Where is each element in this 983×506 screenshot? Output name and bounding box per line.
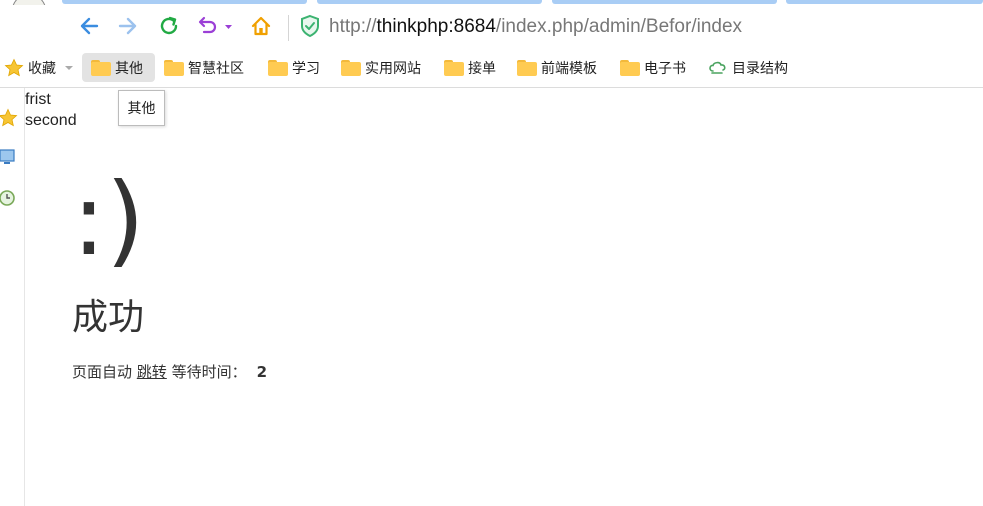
sidebar-monitor-icon[interactable] xyxy=(0,148,18,168)
forward-arrow-icon xyxy=(118,17,137,35)
bookmark-label: 前端模板 xyxy=(541,59,597,76)
debug-output-line: second xyxy=(25,112,77,129)
back-arrow-icon xyxy=(80,17,99,35)
bookmark-label: 其他 xyxy=(115,59,143,76)
tab[interactable] xyxy=(62,0,307,4)
undo-icon xyxy=(198,16,232,34)
folder-icon xyxy=(444,59,464,76)
favorites-label: 收藏 xyxy=(28,59,56,76)
success-message: 成功 xyxy=(72,297,145,338)
bookmark-folder-study[interactable]: 学习 xyxy=(264,53,324,82)
bookmark-label: 接单 xyxy=(468,59,496,76)
bookmark-folder-ebooks[interactable]: 电子书 xyxy=(616,53,690,82)
smiley-face: :) xyxy=(72,161,145,278)
bookmark-folder-frontend-templates[interactable]: 前端模板 xyxy=(513,53,601,82)
tab[interactable] xyxy=(786,0,983,4)
address-bar-divider xyxy=(288,15,289,41)
bookmark-folder-orders[interactable]: 接单 xyxy=(440,53,500,82)
bookmark-label: 智慧社区 xyxy=(188,59,244,76)
bookmark-label: 电子书 xyxy=(644,59,686,76)
back-button[interactable] xyxy=(74,11,104,41)
tab[interactable] xyxy=(317,0,542,4)
cloud-link-icon xyxy=(709,61,726,74)
refresh-icon xyxy=(160,16,178,35)
folder-icon xyxy=(341,59,361,76)
bookmark-folder-useful-sites[interactable]: 实用网站 xyxy=(337,53,425,82)
undo-close-tab-button[interactable] xyxy=(194,11,236,41)
left-sidebar xyxy=(0,88,25,506)
chevron-down-icon xyxy=(65,65,73,70)
url-scheme: http:// xyxy=(329,16,377,37)
folder-icon xyxy=(620,59,640,76)
bookmark-folder-smart-community[interactable]: 智慧社区 xyxy=(160,53,248,82)
folder-icon xyxy=(164,59,184,76)
folder-icon xyxy=(91,59,111,76)
folder-icon xyxy=(268,59,288,76)
star-icon xyxy=(4,58,24,76)
bookmark-label: 实用网站 xyxy=(365,59,421,76)
refresh-button[interactable] xyxy=(154,11,184,41)
forward-button[interactable] xyxy=(113,11,143,41)
sidebar-history-clock-icon[interactable] xyxy=(0,188,18,208)
home-button[interactable] xyxy=(246,11,276,41)
favorites-menu[interactable]: 收藏 xyxy=(0,53,78,82)
secure-shield-icon[interactable] xyxy=(299,14,321,42)
home-icon xyxy=(251,16,271,36)
wait-seconds: 2 xyxy=(256,363,268,381)
address-bar-url[interactable]: http://thinkphp:8684/index.php/admin/Bef… xyxy=(329,14,742,40)
redirect-link[interactable]: 跳转 xyxy=(137,363,167,381)
debug-output-line: frist xyxy=(25,91,51,108)
bookmark-directory-structure[interactable]: 目录结构 xyxy=(704,53,792,82)
folder-icon xyxy=(517,59,537,76)
redirect-notice: 页面自动 跳转 等待时间： 2 xyxy=(72,361,267,383)
url-host: thinkphp:8684 xyxy=(376,16,496,37)
bookmarks-bar: 收藏 其他 智慧社区 学习 实用网站 接单 前端模板 电子书 目录结构 xyxy=(0,47,983,88)
wait-label: 等待时间： xyxy=(171,363,247,381)
url-path: /index.php/admin/Befor/index xyxy=(495,16,743,37)
bookmark-tooltip: 其他 xyxy=(118,90,165,126)
navigation-bar: http://thinkphp:8684/index.php/admin/Bef… xyxy=(0,5,983,47)
tab[interactable] xyxy=(552,0,777,4)
bookmark-folder-other[interactable]: 其他 xyxy=(82,53,155,82)
sidebar-favorites-star-icon[interactable] xyxy=(0,108,18,128)
bookmark-label: 目录结构 xyxy=(732,59,788,76)
redirect-prefix: 页面自动 xyxy=(72,363,133,381)
bookmark-label: 学习 xyxy=(292,59,320,76)
